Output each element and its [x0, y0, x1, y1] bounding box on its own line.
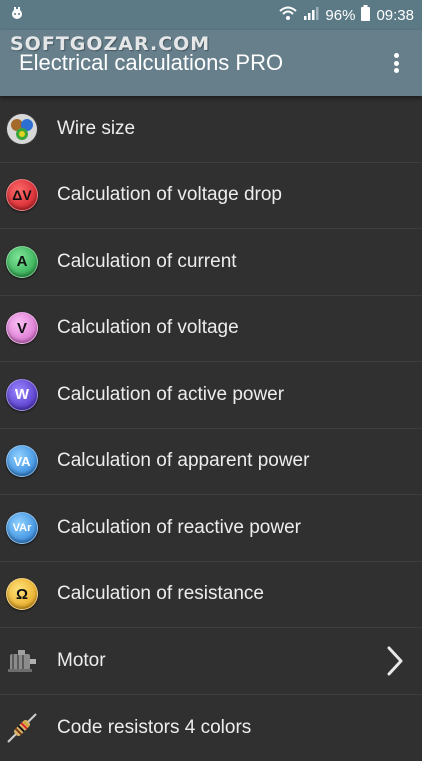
chevron-right-icon — [386, 646, 404, 681]
current-icon: A — [6, 246, 38, 278]
voltage-icon: V — [6, 312, 38, 344]
status-bar: 96% 09:38 — [0, 0, 422, 30]
battery-percent: 96% — [325, 7, 355, 24]
list-item-label: Calculation of active power — [57, 384, 284, 406]
list-item-active-power[interactable]: W Calculation of active power — [0, 362, 422, 429]
list-item-label: Calculation of voltage — [57, 317, 239, 339]
active-power-icon: W — [6, 379, 38, 411]
reactive-power-icon: VAr — [6, 512, 38, 544]
list-item-label: Calculation of apparent power — [57, 450, 309, 472]
battery-icon — [361, 5, 370, 25]
list-item-reactive-power[interactable]: VAr Calculation of reactive power — [0, 495, 422, 562]
list-item-apparent-power[interactable]: VA Calculation of apparent power — [0, 429, 422, 496]
list-item-label: Calculation of reactive power — [57, 517, 301, 539]
list-item-wire-size[interactable]: Wire size — [0, 96, 422, 163]
wire-colors-icon — [6, 113, 38, 145]
resistance-icon: Ω — [6, 578, 38, 610]
list-item-label: Motor — [57, 650, 106, 672]
app-title: Electrical calculations PRO — [19, 50, 283, 76]
list-item-label: Wire size — [57, 118, 135, 140]
resistor-icon — [6, 712, 38, 744]
overflow-menu-icon[interactable] — [386, 50, 406, 76]
voltage-drop-icon: ΔV — [6, 179, 38, 211]
clock: 09:38 — [376, 7, 414, 24]
signal-icon — [303, 6, 319, 24]
android-notification-icon — [10, 6, 24, 24]
list-item-voltage-drop[interactable]: ΔV Calculation of voltage drop — [0, 163, 422, 230]
list-item-motor[interactable]: Motor — [0, 628, 422, 695]
wifi-icon — [279, 6, 297, 24]
motor-icon — [6, 645, 38, 677]
list-item-label: Calculation of current — [57, 251, 237, 273]
app-bar: SOFTGOZAR.COM Electrical calculations PR… — [0, 30, 422, 96]
list-item-code-resistors[interactable]: Code resistors 4 colors — [0, 695, 422, 761]
apparent-power-icon: VA — [6, 445, 38, 477]
calculation-list: Wire size ΔV Calculation of voltage drop… — [0, 96, 422, 761]
list-item-voltage[interactable]: V Calculation of voltage — [0, 296, 422, 363]
list-item-label: Calculation of resistance — [57, 583, 264, 605]
list-item-resistance[interactable]: Ω Calculation of resistance — [0, 562, 422, 629]
list-item-current[interactable]: A Calculation of current — [0, 229, 422, 296]
list-item-label: Calculation of voltage drop — [57, 184, 282, 206]
list-item-label: Code resistors 4 colors — [57, 717, 251, 739]
